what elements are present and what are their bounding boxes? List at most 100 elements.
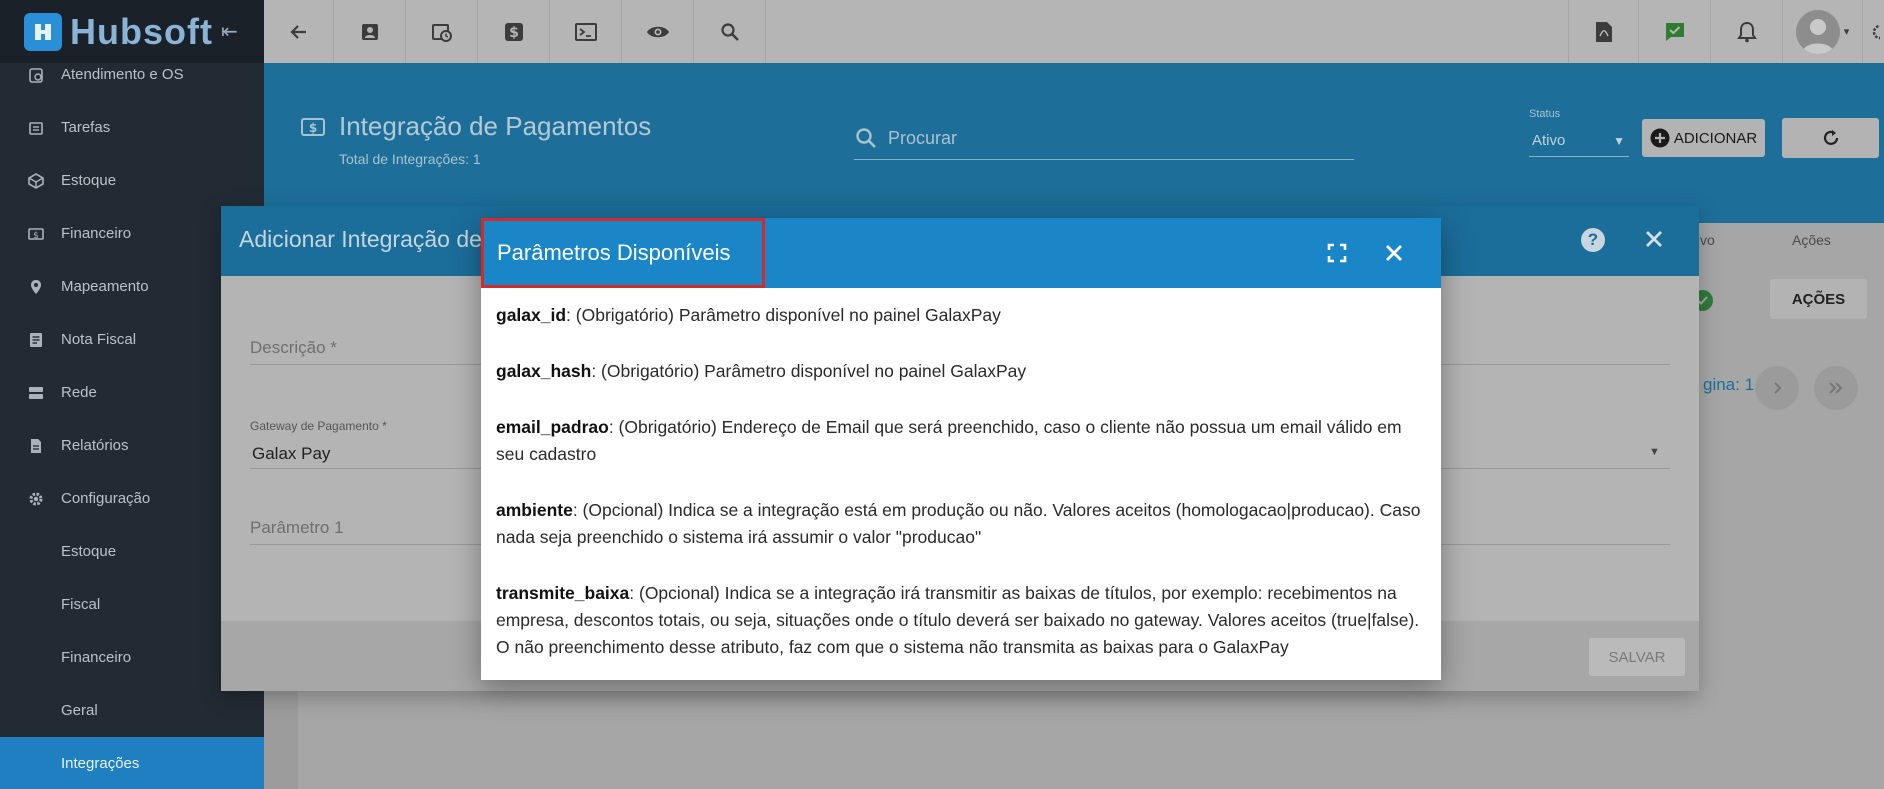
svg-text:$: $ (33, 231, 39, 241)
contacts-button[interactable] (334, 0, 406, 63)
parameter-item: galax_hash: (Obrigatório) Parâmetro disp… (496, 358, 1426, 385)
receipt-icon (27, 331, 45, 349)
close-icon[interactable] (1641, 226, 1667, 257)
apps-button[interactable] (1862, 0, 1884, 63)
gear-icon (27, 490, 45, 508)
sidebar-item-label: Tarefas (61, 119, 111, 136)
page-subtitle: Total de Integrações: 1 (339, 151, 481, 167)
chevron-right-icon (1774, 382, 1782, 394)
messages-button[interactable] (1638, 0, 1710, 63)
page-header: $ Integração de Pagamentos Total de Inte… (264, 63, 1884, 223)
next-page-button[interactable] (1755, 366, 1799, 410)
logo-bar: Hubsoft ⇤ (0, 0, 264, 63)
sidebar-subitem-label: Financeiro (61, 649, 132, 666)
sidebar-item-label: Relatórios (61, 437, 129, 454)
refresh-button[interactable] (1782, 118, 1879, 158)
sidebar-item-label: Estoque (61, 172, 117, 189)
box-icon (27, 172, 45, 190)
map-pin-icon (27, 278, 45, 296)
user-menu-button[interactable]: ▾ (1782, 0, 1862, 63)
search-icon (856, 128, 876, 148)
sidebar-subitem-label: Integrações (61, 755, 140, 772)
clipboard-icon (27, 66, 45, 84)
sidebar-item-label: Configuração (61, 490, 151, 507)
chat-check-icon (1665, 22, 1684, 41)
descricao-field[interactable]: Descrição * (250, 338, 337, 358)
gateway-label: Gateway de Pagamento * (250, 419, 387, 433)
money-icon: $ (301, 118, 325, 136)
top-toolbar: $ ▾ (264, 0, 1884, 63)
eye-icon (646, 26, 669, 37)
parameters-list: galax_id: (Obrigatório) Parâmetro dispon… (496, 302, 1426, 690)
parameter-item: galax_id: (Obrigatório) Parâmetro dispon… (496, 302, 1426, 329)
money-icon: $ (27, 225, 45, 243)
sidebar-item-label: Rede (61, 384, 97, 401)
pdf-button[interactable] (1568, 0, 1638, 63)
fullscreen-icon[interactable] (1325, 241, 1349, 270)
parameter-description: : (Obrigatório) Parâmetro disponível no … (566, 305, 1001, 325)
search-icon (720, 22, 739, 41)
sidebar-item-label: Financeiro (61, 225, 132, 242)
brand-name: Hubsoft (70, 10, 213, 52)
parameter-description: : (Opcional) Indica se a integração está… (496, 500, 1421, 547)
search-input[interactable] (888, 118, 1338, 158)
terminal-icon (574, 22, 597, 41)
notifications-button[interactable] (1710, 0, 1782, 63)
sidebar-item-estoque[interactable]: Estoque (0, 154, 264, 207)
sidebar-subitem-geral[interactable]: Geral (0, 684, 264, 737)
column-header-acoes: Ações (1792, 232, 1831, 248)
save-button[interactable]: SALVAR (1589, 638, 1685, 676)
row-actions-button[interactable]: AÇÕES (1770, 279, 1867, 319)
sidebar-item-label: Nota Fiscal (61, 331, 137, 348)
parameters-dialog-header: Parâmetros Disponíveis (481, 218, 1441, 288)
bell-icon (1736, 21, 1757, 42)
sidebar-item-label: Mapeamento (61, 278, 149, 295)
user-silhouette-icon (1801, 18, 1834, 54)
dialog-title: Adicionar Integração de (239, 226, 482, 252)
pdf-icon (1595, 21, 1612, 42)
view-button[interactable] (622, 0, 694, 63)
parameters-dialog-title: Parâmetros Disponíveis (497, 240, 731, 265)
parameter-name: galax_id (496, 305, 567, 325)
avatar (1795, 9, 1840, 54)
calendar-button[interactable] (406, 0, 478, 63)
plus-circle-icon (1650, 128, 1670, 148)
collapse-sidebar-icon[interactable]: ⇤ (221, 19, 238, 44)
parameter-name: email_padrao (496, 417, 609, 437)
status-select[interactable]: Ativo ▼ (1529, 125, 1629, 157)
last-page-button[interactable] (1814, 366, 1858, 410)
parameter-description: : (Opcional) Indica se a integração irá … (496, 583, 1420, 657)
parameter-name: ambiente (496, 500, 573, 520)
sidebar-subitem-label: Estoque (61, 543, 117, 560)
parameters-dialog: Parâmetros Disponíveis galax_id: (Obriga… (481, 218, 1441, 680)
chevron-down-icon: ▾ (1843, 26, 1850, 38)
pager-page-label: gina: 1 (1703, 375, 1755, 394)
logo-icon (24, 12, 62, 51)
back-button[interactable] (264, 0, 334, 63)
double-chevron-right-icon (1829, 382, 1843, 394)
sidebar-item-tarefas[interactable]: Tarefas (0, 101, 264, 154)
add-button-label: ADICIONAR (1673, 129, 1758, 147)
arrow-left-icon (289, 24, 306, 39)
parameter-item: ambiente: (Opcional) Indica se a integra… (496, 497, 1426, 551)
gear-icon (1872, 24, 1880, 39)
chevron-down-icon[interactable]: ▼ (1649, 446, 1660, 458)
parameter-description: : (Obrigatório) Parâmetro disponível no … (591, 361, 1027, 381)
chevron-down-icon: ▼ (1613, 133, 1625, 148)
add-button[interactable]: ADICIONAR (1642, 119, 1765, 157)
parametro-1-field[interactable]: Parâmetro 1 (250, 518, 344, 538)
help-icon[interactable]: ? (1581, 228, 1605, 252)
search-button[interactable] (694, 0, 766, 63)
sidebar-subitem-integracoes[interactable]: Integrações (0, 737, 264, 789)
sidebar-subitem-label: Geral (61, 702, 98, 719)
status-label: Status (1529, 108, 1561, 120)
terminal-button[interactable] (550, 0, 622, 63)
report-icon (27, 437, 45, 455)
close-icon[interactable] (1381, 240, 1407, 271)
svg-text:$: $ (509, 25, 519, 41)
gateway-select[interactable]: Galax Pay (252, 444, 330, 464)
status-value: Ativo (1532, 132, 1566, 149)
parameter-description: : (Obrigatório) Endereço de Email que se… (496, 417, 1402, 464)
refresh-icon (1823, 130, 1838, 145)
finance-button[interactable]: $ (478, 0, 550, 63)
